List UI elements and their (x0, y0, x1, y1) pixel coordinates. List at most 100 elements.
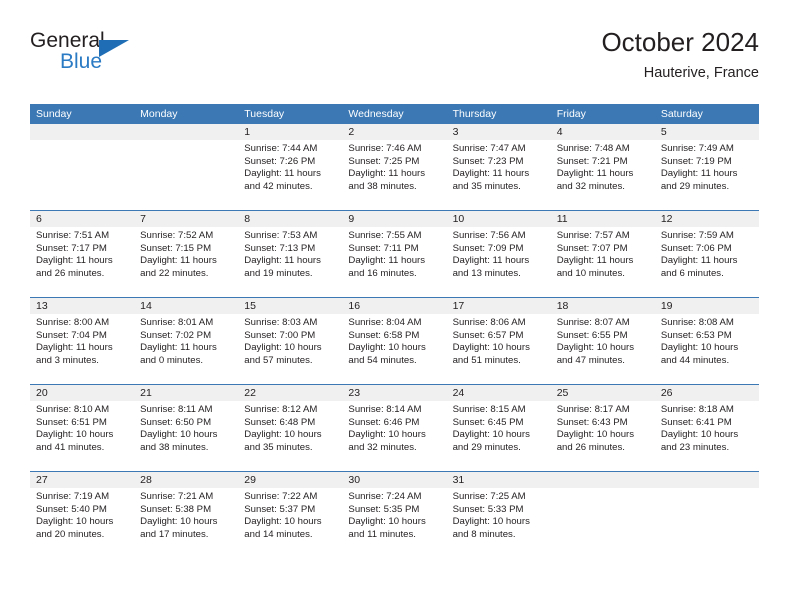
day-daylight-line2-text: and 51 minutes. (452, 354, 521, 366)
calendar-day-cell[interactable]: 6 Sunrise: 7:51 AM Sunset: 7:17 PM Daylight… (30, 210, 135, 298)
page-header: General Blue October 2024 Hauterive, Fra… (30, 27, 759, 94)
day-sunrise-text: Sunrise: 8:04 AM (348, 317, 422, 328)
brand-logo[interactable]: General Blue (30, 30, 180, 82)
calendar-day-cell[interactable]: 9 Sunrise: 7:55 AM Sunset: 7:11 PM Daylight… (342, 210, 447, 298)
day-cell-inner: 29 Sunrise: 7:22 AM Sunset: 5:37 PM Dayligh… (238, 472, 343, 558)
day-number: 7 (134, 211, 239, 227)
day-details: Sunrise: 8:11 AM Sunset: 6:50 PM Daylight:… (134, 401, 238, 454)
day-cell-inner: 24 Sunrise: 8:15 AM Sunset: 6:45 PM Dayligh… (446, 385, 551, 471)
calendar-day-cell[interactable] (550, 471, 655, 558)
calendar-day-cell[interactable]: 27 Sunrise: 7:19 AM Sunset: 5:40 PM Dayligh… (30, 471, 135, 558)
day-cell-inner: 6 Sunrise: 7:51 AM Sunset: 7:17 PM Daylight… (30, 211, 135, 297)
day-daylight-line1-text: Daylight: 10 hours (660, 429, 739, 441)
calendar-day-cell[interactable]: 17 Sunrise: 8:06 AM Sunset: 6:57 PM Dayligh… (446, 297, 551, 385)
day-details: Sunrise: 7:55 AM Sunset: 7:11 PM Daylight:… (342, 227, 446, 280)
day-daylight-line1-text: Daylight: 10 hours (244, 429, 322, 441)
day-number: 6 (30, 211, 135, 227)
day-cell-inner: 2 Sunrise: 7:46 AM Sunset: 7:25 PM Daylight… (342, 124, 447, 210)
day-daylight-line1-text: Daylight: 10 hours (452, 342, 530, 354)
day-details: Sunrise: 8:17 AM Sunset: 6:43 PM Daylight:… (551, 401, 655, 454)
day-cell-inner: 31 Sunrise: 7:25 AM Sunset: 5:33 PM Dayligh… (446, 472, 551, 558)
day-daylight-line1-text: Daylight: 10 hours (556, 342, 635, 354)
weekday-header-monday: Monday (134, 104, 239, 124)
day-number: 31 (446, 472, 551, 488)
day-sunset-text: Sunset: 7:17 PM (36, 242, 107, 254)
calendar-day-cell[interactable]: 18 Sunrise: 8:07 AM Sunset: 6:55 PM Dayligh… (550, 297, 655, 385)
day-cell-inner: 9 Sunrise: 7:55 AM Sunset: 7:11 PM Daylight… (342, 211, 447, 297)
calendar-day-cell[interactable]: 10 Sunrise: 7:56 AM Sunset: 7:09 PM Dayligh… (446, 210, 551, 298)
day-sunset-text: Sunset: 5:33 PM (452, 503, 524, 515)
calendar-day-cell[interactable]: 19 Sunrise: 8:08 AM Sunset: 6:53 PM Dayligh… (654, 297, 759, 385)
day-details: Sunrise: 7:51 AM Sunset: 7:17 PM Daylight:… (30, 227, 134, 280)
calendar-day-cell[interactable]: 15 Sunrise: 8:03 AM Sunset: 7:00 PM Dayligh… (238, 297, 343, 385)
day-number: 2 (342, 124, 447, 140)
calendar-day-cell[interactable]: 5 Sunrise: 7:49 AM Sunset: 7:19 PM Daylight… (654, 124, 759, 211)
calendar-day-cell[interactable]: 24 Sunrise: 8:15 AM Sunset: 6:45 PM Dayligh… (446, 384, 551, 472)
day-cell-inner: 4 Sunrise: 7:48 AM Sunset: 7:21 PM Daylight… (550, 124, 655, 210)
day-number: 18 (550, 298, 655, 314)
day-daylight-line1-text: Daylight: 11 hours (556, 255, 634, 267)
calendar-day-cell[interactable]: 30 Sunrise: 7:24 AM Sunset: 5:35 PM Dayligh… (342, 471, 447, 558)
day-cell-inner: 28 Sunrise: 7:21 AM Sunset: 5:38 PM Dayligh… (134, 472, 239, 558)
day-cell-inner (134, 124, 239, 210)
day-daylight-line2-text: and 3 minutes. (36, 354, 99, 366)
day-daylight-line1-text: Daylight: 10 hours (348, 342, 426, 354)
calendar-day-cell[interactable] (134, 124, 239, 211)
calendar-day-cell[interactable] (654, 471, 759, 558)
day-details (30, 140, 134, 143)
calendar-day-cell[interactable]: 3 Sunrise: 7:47 AM Sunset: 7:23 PM Daylight… (446, 124, 551, 211)
day-daylight-line1-text: Daylight: 11 hours (348, 255, 426, 267)
day-number: 13 (30, 298, 135, 314)
calendar-day-cell[interactable]: 16 Sunrise: 8:04 AM Sunset: 6:58 PM Dayligh… (342, 297, 447, 385)
weekday-header-saturday: Saturday (654, 104, 759, 124)
weekday-header-sunday: Sunday (30, 104, 135, 124)
day-sunrise-text: Sunrise: 8:15 AM (452, 404, 526, 415)
day-daylight-line1-text: Daylight: 11 hours (244, 255, 321, 267)
calendar-day-cell[interactable]: 28 Sunrise: 7:21 AM Sunset: 5:38 PM Dayligh… (134, 471, 239, 558)
day-daylight-line2-text: and 26 minutes. (36, 267, 105, 279)
day-sunrise-text: Sunrise: 7:47 AM (452, 143, 526, 154)
day-sunset-text: Sunset: 7:09 PM (452, 242, 524, 254)
calendar-day-cell[interactable]: 2 Sunrise: 7:46 AM Sunset: 7:25 PM Daylight… (342, 124, 447, 211)
day-sunrise-text: Sunrise: 7:46 AM (348, 143, 422, 154)
day-sunset-text: Sunset: 7:02 PM (140, 329, 212, 341)
day-details: Sunrise: 8:06 AM Sunset: 6:57 PM Daylight:… (447, 314, 551, 367)
day-daylight-line2-text: and 38 minutes. (140, 441, 209, 453)
calendar-week-row: 1 Sunrise: 7:44 AM Sunset: 7:26 PM Daylight… (30, 124, 759, 211)
calendar-day-cell[interactable]: 21 Sunrise: 8:11 AM Sunset: 6:50 PM Dayligh… (134, 384, 239, 472)
day-number: 10 (446, 211, 551, 227)
day-cell-inner: 20 Sunrise: 8:10 AM Sunset: 6:51 PM Dayligh… (30, 385, 135, 471)
calendar-day-cell[interactable] (30, 124, 135, 211)
calendar-day-cell[interactable]: 25 Sunrise: 8:17 AM Sunset: 6:43 PM Dayligh… (550, 384, 655, 472)
calendar-day-cell[interactable]: 11 Sunrise: 7:57 AM Sunset: 7:07 PM Dayligh… (550, 210, 655, 298)
day-details: Sunrise: 7:52 AM Sunset: 7:15 PM Daylight:… (134, 227, 238, 280)
calendar-day-cell[interactable]: 8 Sunrise: 7:53 AM Sunset: 7:13 PM Daylight… (238, 210, 343, 298)
weekday-header-tuesday: Tuesday (238, 104, 343, 124)
calendar-day-cell[interactable]: 1 Sunrise: 7:44 AM Sunset: 7:26 PM Daylight… (238, 124, 343, 211)
weekday-header-thursday: Thursday (446, 104, 551, 124)
day-sunset-text: Sunset: 7:23 PM (452, 155, 524, 167)
day-daylight-line2-text: and 23 minutes. (660, 441, 730, 453)
day-daylight-line1-text: Daylight: 11 hours (244, 168, 321, 180)
calendar-day-cell[interactable]: 31 Sunrise: 7:25 AM Sunset: 5:33 PM Dayligh… (446, 471, 551, 558)
day-daylight-line1-text: Daylight: 11 hours (452, 168, 530, 180)
day-details: Sunrise: 8:14 AM Sunset: 6:46 PM Daylight:… (342, 401, 446, 454)
calendar-day-cell[interactable]: 14 Sunrise: 8:01 AM Sunset: 7:02 PM Dayligh… (134, 297, 239, 385)
day-cell-inner: 16 Sunrise: 8:04 AM Sunset: 6:58 PM Dayligh… (342, 298, 447, 384)
day-details: Sunrise: 8:18 AM Sunset: 6:41 PM Daylight:… (655, 401, 759, 454)
calendar-day-cell[interactable]: 20 Sunrise: 8:10 AM Sunset: 6:51 PM Dayligh… (30, 384, 135, 472)
calendar-day-cell[interactable]: 4 Sunrise: 7:48 AM Sunset: 7:21 PM Daylight… (550, 124, 655, 211)
calendar-day-cell[interactable]: 12 Sunrise: 7:59 AM Sunset: 7:06 PM Dayligh… (654, 210, 759, 298)
day-sunrise-text: Sunrise: 8:10 AM (36, 404, 110, 415)
day-cell-inner: 27 Sunrise: 7:19 AM Sunset: 5:40 PM Dayligh… (30, 472, 135, 558)
calendar-day-cell[interactable]: 22 Sunrise: 8:12 AM Sunset: 6:48 PM Dayligh… (238, 384, 343, 472)
day-daylight-line1-text: Daylight: 11 hours (36, 255, 113, 267)
calendar-day-cell[interactable]: 26 Sunrise: 8:18 AM Sunset: 6:41 PM Dayligh… (654, 384, 759, 472)
calendar-day-cell[interactable]: 29 Sunrise: 7:22 AM Sunset: 5:37 PM Dayligh… (238, 471, 343, 558)
day-sunset-text: Sunset: 7:21 PM (556, 155, 628, 167)
day-daylight-line2-text: and 41 minutes. (36, 441, 105, 453)
calendar-day-cell[interactable]: 13 Sunrise: 8:00 AM Sunset: 7:04 PM Dayligh… (30, 297, 135, 385)
calendar-day-cell[interactable]: 23 Sunrise: 8:14 AM Sunset: 6:46 PM Dayligh… (342, 384, 447, 472)
day-sunrise-text: Sunrise: 8:12 AM (244, 404, 318, 415)
calendar-day-cell[interactable]: 7 Sunrise: 7:52 AM Sunset: 7:15 PM Daylight… (134, 210, 239, 298)
